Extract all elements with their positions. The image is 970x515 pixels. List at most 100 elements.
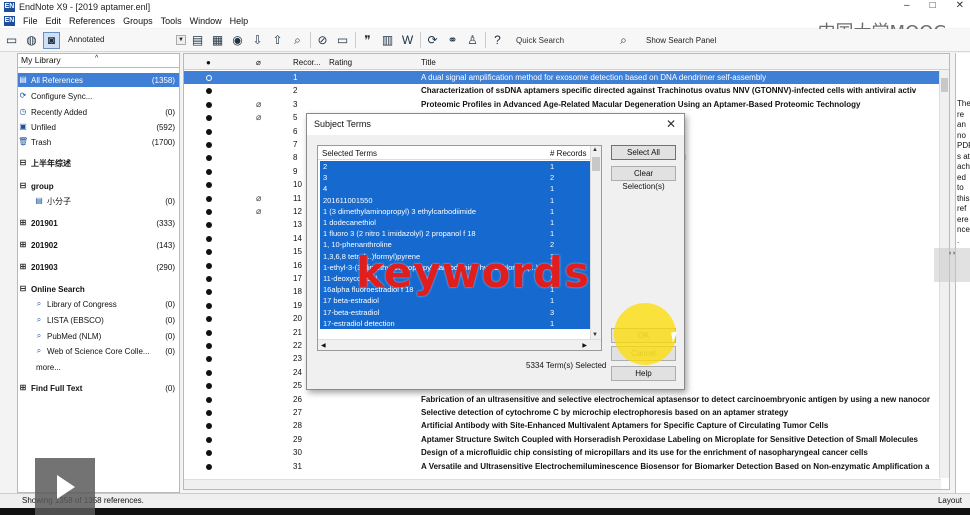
read-status-dot-icon[interactable] [206,329,212,336]
find-full-text-header[interactable]: ⊞ Find Full Text (0) [18,381,179,395]
copy-formatted-icon[interactable]: ▥ [379,32,396,49]
share-icon[interactable]: ⚭ [444,32,461,49]
expand-plus-icon[interactable]: ⊞ [18,240,28,250]
column-title[interactable]: Title [421,58,436,67]
insert-citation-icon[interactable]: ▤ [189,32,206,49]
read-status-dot-icon[interactable] [206,75,212,81]
group-set-201901[interactable]: ⊞ 201901 (333) [18,216,179,230]
read-status-dot-icon[interactable] [206,249,212,256]
table-row[interactable]: ⌀ 3 Proteomic Profiles in Advanced Age-Rel… [184,98,941,111]
menu-groups[interactable]: Groups [123,16,153,26]
expand-plus-icon[interactable]: ⊞ [18,262,28,272]
sync-icon[interactable]: ⟳ [424,32,441,49]
column-rating[interactable]: Rating [329,58,352,67]
read-status-dot-icon[interactable] [206,356,212,363]
group-set-group[interactable]: ⊟ group [18,179,179,193]
read-status-dot-icon[interactable] [206,88,212,95]
collapse-minus-icon[interactable]: ⊟ [18,158,28,168]
find-full-text-icon[interactable]: ⌕ [289,32,306,49]
read-status-dot-icon[interactable] [206,262,212,269]
read-status-dot-icon[interactable] [206,450,212,457]
online-item-library-of-congress[interactable]: ⌕ Library of Congress (0) [18,297,179,311]
read-status-dot-icon[interactable] [206,369,212,376]
scroll-right-icon[interactable]: ▶ [582,342,587,349]
document-icon[interactable]: EN [4,15,15,26]
paperclip-icon[interactable]: ⌀ [256,98,261,111]
terms-horizontal-scrollbar[interactable]: ◀ ▶ [318,339,601,350]
select-all-button[interactable]: Select All [611,145,676,160]
table-row[interactable]: 30 Design of a microfluidic chip consisti… [184,446,941,459]
word-icon[interactable]: W [399,32,416,49]
video-side-icon[interactable]: ◖◗ [934,248,970,282]
list-item[interactable]: 1 (3 dimethylaminopropyl) 3 ethylcarbodi… [320,205,590,217]
show-search-panel-button[interactable]: Show Search Panel [646,36,716,45]
group-set-201902[interactable]: ⊞ 201902 (143) [18,238,179,252]
read-status-dot-icon[interactable] [206,209,212,215]
my-library-header[interactable]: My Library ^ [18,54,179,68]
chevron-down-icon[interactable]: ▼ [176,35,186,45]
layout-button[interactable]: Layout [938,496,962,505]
quick-search-input[interactable]: Quick Search [516,36,612,45]
read-status-dot-icon[interactable] [206,423,212,430]
style-selector[interactable]: Annotated ▼ [68,33,186,47]
read-status-dot-icon[interactable] [206,115,212,122]
online-search-icon[interactable]: ◍ [23,32,40,49]
collapse-caret-icon[interactable]: ^ [95,52,98,65]
list-item[interactable]: 21 [320,161,590,173]
read-status-dot-icon[interactable] [206,155,212,162]
help-icon[interactable]: ? [489,32,506,49]
menu-window[interactable]: Window [190,16,222,26]
video-play-button[interactable] [35,458,95,515]
scrollbar-thumb[interactable] [941,78,948,92]
group-set-review[interactable]: ⊟ 上半年综述 [18,156,179,170]
export-icon[interactable]: ⇧ [269,32,286,49]
read-status-dot-icon[interactable] [206,436,212,443]
scrollbar-thumb[interactable] [592,157,600,171]
read-status-dot-icon[interactable] [206,128,212,135]
menu-edit[interactable]: Edit [46,16,62,26]
menu-help[interactable]: Help [230,16,249,26]
menu-file[interactable]: File [23,16,38,26]
table-row[interactable]: 29 Aptamer Structure Switch Coupled with … [184,433,941,446]
integrated-library-icon[interactable]: ◙ [43,31,60,49]
column-record-number[interactable]: Recor... [293,58,321,67]
read-status-dot-icon[interactable] [206,168,212,175]
sidebar-item-configure-sync[interactable]: ⟳ Configure Sync... [18,89,179,103]
list-item[interactable]: 17 beta-estradiol 1 [320,295,590,307]
read-status-dot-icon[interactable] [206,289,212,296]
reference-horizontal-scrollbar[interactable] [184,479,941,489]
read-status-dot-icon[interactable] [206,222,212,229]
local-library-icon[interactable]: ▭ [3,32,20,49]
list-item[interactable]: 17-beta-estradiol 3 [320,306,590,318]
table-row[interactable]: 27 Selective detection of cytochrome C by… [184,406,941,419]
read-status-dot-icon[interactable] [206,396,212,403]
read-status-dot-icon[interactable] [206,101,212,108]
close-icon[interactable]: ✕ [666,117,676,131]
read-status-dot-icon[interactable] [206,235,212,242]
sidebar-item-unfiled[interactable]: ▣ Unfiled (592) [18,120,179,134]
group-set-201903[interactable]: ⊞ 201903 (290) [18,260,179,274]
online-search-globe-icon[interactable]: ◉ [229,32,246,49]
expand-plus-icon[interactable]: ⊞ [18,383,28,393]
minimize-icon[interactable]: – [904,0,910,11]
scroll-up-icon[interactable]: ▲ [592,147,598,153]
list-item[interactable]: 201611001550 1 [320,194,590,206]
paperclip-icon[interactable]: ⌀ [256,111,261,124]
paperclip-icon[interactable]: ⌀ [256,192,261,205]
scroll-left-icon[interactable]: ◀ [321,342,326,349]
list-item[interactable]: 32 [320,172,590,184]
table-row[interactable]: 31 A Versatile and Ultrasensitive Electro… [184,460,941,473]
read-status-dot-icon[interactable] [206,343,212,349]
open-folder-icon[interactable]: ▭ [334,32,351,49]
collapse-minus-icon[interactable]: ⊟ [18,284,28,294]
online-search-header[interactable]: ⊟ Online Search [18,282,179,296]
sidebar-item-all-references[interactable]: ▤ All References (1358) [18,73,179,87]
cite-while-you-write-icon[interactable]: ❞ [359,32,376,49]
paperclip-icon[interactable]: ⌀ [256,205,261,218]
attachment-column-icon[interactable]: ⌀ [256,58,261,67]
menu-tools[interactable]: Tools [161,16,182,26]
open-link-icon[interactable]: ⊘ [314,32,331,49]
group-item-small-molecule[interactable]: ▤ 小分子 (0) [18,194,179,208]
table-row[interactable]: 2 Characterization of ssDNA aptamers spec… [184,84,941,97]
table-row[interactable]: 1 A dual signal amplification method for … [184,71,941,85]
